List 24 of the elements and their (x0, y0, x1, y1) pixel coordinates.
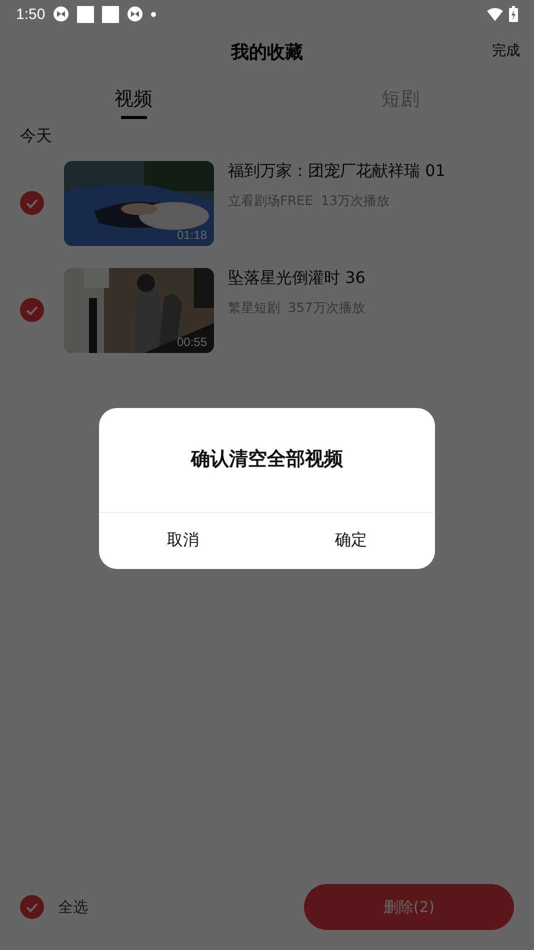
video-title[interactable]: 坠落星光倒灌时 36 (228, 268, 366, 289)
delete-button[interactable]: 删除(2) (304, 884, 514, 930)
page-title: 我的收藏 (231, 41, 303, 64)
done-button[interactable]: 完成 (492, 42, 520, 60)
notification-icon (77, 6, 94, 22)
check-icon[interactable] (20, 895, 44, 919)
status-time: 1:50 (16, 6, 46, 22)
notification-icon (53, 6, 70, 22)
tab[interactable]: 视频 (0, 76, 267, 126)
battery-icon (509, 6, 518, 22)
notification-icon (102, 6, 120, 22)
wifi-icon (487, 8, 503, 20)
check-icon[interactable] (20, 191, 44, 215)
dialog-button[interactable]: 确定 (267, 512, 435, 568)
video-duration: 01:18 (176, 228, 207, 242)
section-heading: 今天 (19, 126, 53, 147)
dialog-message: 确认清空全部视频 (99, 408, 435, 512)
video-title[interactable]: 福到万家：团宠厂花献祥瑞 01 (228, 161, 446, 182)
dot-icon (151, 12, 156, 16)
dialog-button[interactable]: 取消 (99, 512, 267, 568)
notification-icon (127, 6, 144, 22)
select-all-label: 全选 (58, 898, 88, 916)
check-icon[interactable] (20, 298, 44, 322)
video-duration: 00:55 (176, 335, 207, 349)
